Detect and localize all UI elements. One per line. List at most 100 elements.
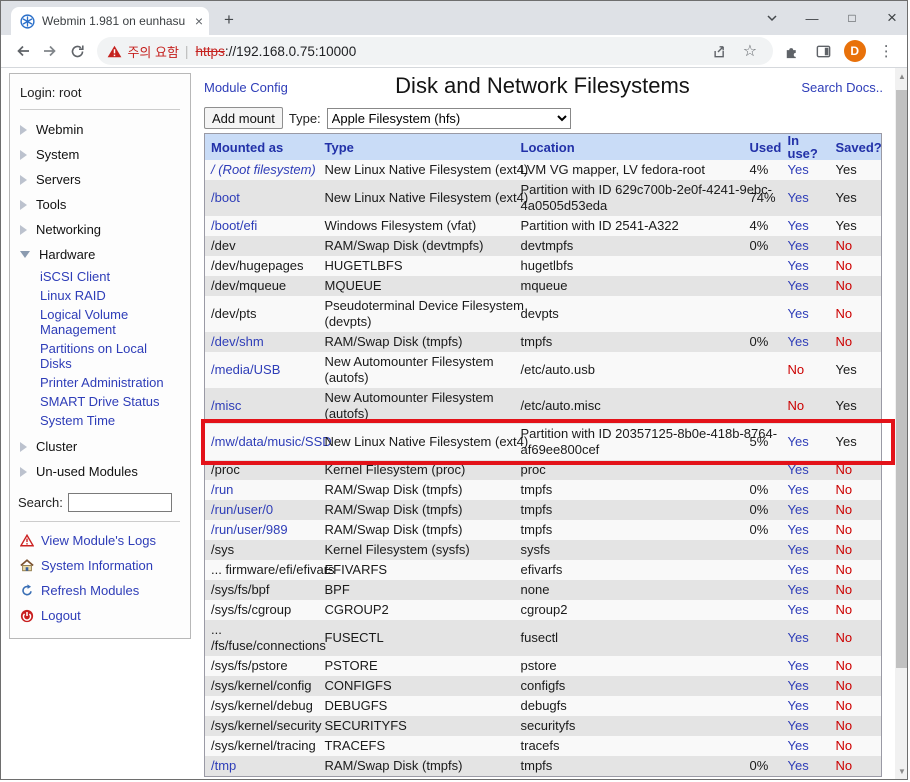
in-use-link[interactable]: Yes — [788, 678, 809, 693]
search-docs-link[interactable]: Search Docs.. — [801, 80, 883, 95]
sidebar-module-linux-raid[interactable]: Linux RAID — [10, 286, 190, 305]
sidebar-module-smart-drive-status[interactable]: SMART Drive Status — [10, 392, 190, 411]
mount-point-link[interactable]: /dev/shm — [211, 334, 264, 349]
mount-point-link[interactable]: / (Root filesystem) — [211, 162, 316, 177]
scroll-down-icon[interactable]: ▼ — [895, 765, 908, 779]
type-select[interactable]: Apple Filesystem (hfs) — [327, 108, 571, 129]
in-use-link[interactable]: Yes — [788, 334, 809, 349]
new-tab-button[interactable]: + — [217, 9, 241, 33]
browser-menu-icon[interactable]: ⋮ — [874, 38, 900, 64]
close-button[interactable]: × — [885, 8, 899, 28]
table-row: ... /fs/fuse/connectionsFUSECTLfusectlYe… — [205, 620, 882, 656]
in-use-link[interactable]: Yes — [788, 218, 809, 233]
sidebar-module-partitions-on-local-disks[interactable]: Partitions on Local Disks — [10, 339, 190, 373]
page-scrollbar[interactable]: ▲ ▼ — [895, 68, 908, 780]
mount-point-link[interactable]: /media/USB — [211, 362, 280, 377]
in-use-link[interactable]: Yes — [788, 562, 809, 577]
in-use-link[interactable]: Yes — [788, 238, 809, 253]
forward-icon[interactable] — [36, 37, 63, 65]
search-input[interactable] — [68, 493, 172, 512]
sidebar-item-servers[interactable]: Servers — [10, 167, 190, 192]
address-bar[interactable]: 주의 요함 | https ://192.168.0.75:10000 ☆ — [97, 37, 773, 65]
in-use-link[interactable]: Yes — [788, 190, 809, 205]
back-icon[interactable] — [9, 37, 36, 65]
mount-point-link[interactable]: /run/user/0 — [211, 502, 273, 517]
fs-location: tmpfs — [515, 520, 744, 540]
in-use-link[interactable]: Yes — [788, 434, 809, 449]
in-use-link[interactable]: Yes — [788, 162, 809, 177]
fs-type: RAM/Swap Disk (tmpfs) — [319, 500, 515, 520]
in-use-link[interactable]: Yes — [788, 630, 809, 645]
in-use-link[interactable]: Yes — [788, 542, 809, 557]
in-use-link[interactable]: Yes — [788, 738, 809, 753]
reload-icon[interactable] — [64, 37, 91, 65]
in-use-link[interactable]: Yes — [788, 758, 809, 773]
sidebar-module-iscsi-client[interactable]: iSCSI Client — [10, 267, 190, 286]
mount-point-link[interactable]: /boot — [211, 190, 240, 205]
extensions-puzzle-icon[interactable] — [779, 38, 805, 64]
fs-used — [744, 736, 782, 756]
security-warning-icon[interactable] — [107, 45, 122, 58]
fs-type: EFIVARFS — [319, 560, 515, 580]
side-panel-icon[interactable] — [810, 38, 836, 64]
add-mount-button[interactable]: Add mount — [204, 107, 283, 129]
fs-location: configfs — [515, 676, 744, 696]
tab-close-icon[interactable]: × — [195, 14, 203, 28]
sidebar-link-logout[interactable]: Logout — [18, 603, 182, 628]
in-use-link[interactable]: Yes — [788, 582, 809, 597]
browser-tab[interactable]: Webmin 1.981 on eunhasu (Fed × — [11, 7, 209, 35]
in-use-link[interactable]: Yes — [788, 658, 809, 673]
sidebar-item-cluster[interactable]: Cluster — [10, 434, 190, 459]
fs-location: devpts — [515, 296, 744, 332]
fs-type: CGROUP2 — [319, 600, 515, 620]
tab-search-icon[interactable] — [765, 11, 779, 25]
sidebar-link-view-module-s-logs[interactable]: View Module's Logs — [18, 528, 182, 553]
bookmark-star-icon[interactable]: ☆ — [737, 38, 763, 64]
mount-point-link[interactable]: /boot/efi — [211, 218, 257, 233]
maximize-button[interactable]: □ — [845, 11, 859, 25]
mount-point-link[interactable]: /mw/data/music/SSD — [211, 434, 332, 449]
table-row: /sys/kernel/securitySECURITYFSsecurityfs… — [205, 716, 882, 736]
sidebar-module-printer-administration[interactable]: Printer Administration — [10, 373, 190, 392]
in-use-link[interactable]: Yes — [788, 698, 809, 713]
saved-status: Yes — [836, 218, 857, 233]
minimize-button[interactable]: — — [805, 11, 819, 26]
sidebar-item-networking[interactable]: Networking — [10, 217, 190, 242]
saved-status: No — [836, 562, 853, 577]
fs-type: Kernel Filesystem (sysfs) — [319, 540, 515, 560]
sidebar-link-system-information[interactable]: System Information — [18, 553, 182, 578]
mount-point-link[interactable]: /run/user/989 — [211, 522, 288, 537]
mount-point-link[interactable]: /run — [211, 482, 233, 497]
in-use-link[interactable]: Yes — [788, 306, 809, 321]
in-use-link[interactable]: Yes — [788, 522, 809, 537]
mount-point-link[interactable]: /tmp — [211, 758, 236, 773]
in-use-link[interactable]: Yes — [788, 502, 809, 517]
sidebar-item-un-used-modules[interactable]: Un-used Modules — [10, 459, 190, 484]
sidebar-module-logical-volume-management[interactable]: Logical Volume Management — [10, 305, 190, 339]
url-scheme: https — [196, 44, 225, 59]
in-use-link[interactable]: Yes — [788, 258, 809, 273]
mount-point-link[interactable]: /misc — [211, 398, 241, 413]
sidebar-module-system-time[interactable]: System Time — [10, 411, 190, 430]
sidebar-item-webmin[interactable]: Webmin — [10, 117, 190, 142]
in-use-link[interactable]: Yes — [788, 462, 809, 477]
webmin-favicon-icon — [20, 14, 35, 29]
fs-type: New Linux Native Filesystem (ext4) — [319, 160, 515, 180]
sidebar-item-tools[interactable]: Tools — [10, 192, 190, 217]
omnibox-divider: | — [185, 43, 189, 59]
scroll-up-icon[interactable]: ▲ — [895, 70, 908, 84]
browser-titlebar: Webmin 1.981 on eunhasu (Fed × + — □ × — [1, 1, 907, 35]
scrollbar-thumb[interactable] — [896, 90, 908, 668]
sidebar-link-refresh-modules[interactable]: Refresh Modules — [18, 578, 182, 603]
in-use-link[interactable]: Yes — [788, 278, 809, 293]
in-use-link[interactable]: Yes — [788, 482, 809, 497]
in-use-link[interactable]: Yes — [788, 718, 809, 733]
sidebar-item-hardware[interactable]: Hardware — [10, 242, 190, 267]
in-use-link[interactable]: Yes — [788, 602, 809, 617]
fs-type: New Linux Native Filesystem (ext4) — [319, 180, 515, 216]
avatar[interactable]: D — [842, 38, 868, 64]
sidebar-item-system[interactable]: System — [10, 142, 190, 167]
security-warning-label[interactable]: 주의 요함 — [127, 42, 178, 61]
fs-type: Kernel Filesystem (proc) — [319, 460, 515, 480]
share-icon[interactable] — [705, 38, 731, 64]
